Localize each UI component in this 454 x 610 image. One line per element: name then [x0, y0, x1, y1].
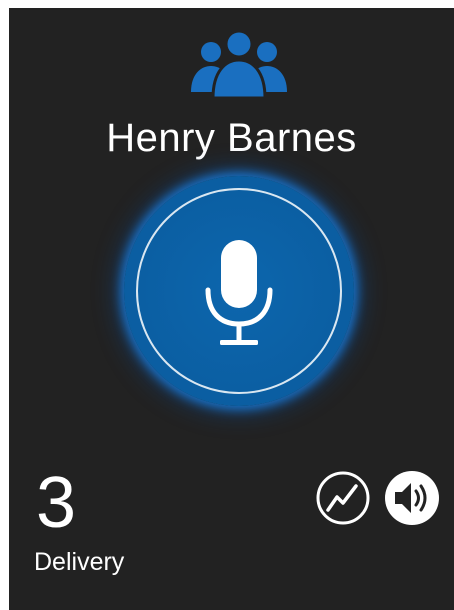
microphone-icon	[205, 240, 273, 345]
activity-icon[interactable]	[315, 470, 371, 526]
delivery-label: Delivery	[34, 548, 125, 576]
ptt-screen: Henry Barnes 3 Delivery	[9, 8, 454, 610]
contact-name: Henry Barnes	[106, 116, 357, 160]
push-to-talk-button[interactable]	[124, 176, 354, 406]
speaker-icon[interactable]	[384, 470, 440, 526]
group-icon	[191, 29, 287, 100]
delivery-count: 3	[36, 463, 77, 543]
